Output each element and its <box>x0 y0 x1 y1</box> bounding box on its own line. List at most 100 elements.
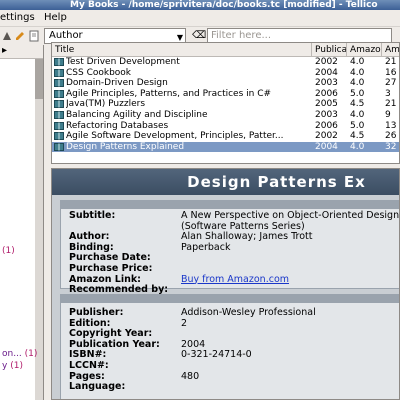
field-label: ISBN#: <box>69 349 107 361</box>
field-value: Paperback <box>181 241 231 253</box>
field-label: Copyright Year: <box>69 328 153 340</box>
cell-year: 2003 <box>315 78 338 89</box>
column-publication-year[interactable]: Publica <box>312 43 347 57</box>
book-icon <box>54 121 64 130</box>
cell-rank: 21 <box>385 57 397 67</box>
field-label: Language: <box>69 381 126 393</box>
cell-rating: 4.0 <box>350 57 365 67</box>
column-title[interactable]: Title <box>52 43 312 57</box>
group-item-count: (1) <box>10 361 23 371</box>
book-icon <box>54 89 64 98</box>
table-row[interactable]: Agile Software Development, Principles, … <box>52 131 399 142</box>
field-value: A New Perspective on Object-Oriented Des… <box>181 210 400 221</box>
clear-filter-icon[interactable]: ⌫ <box>192 30 206 41</box>
group-item[interactable]: on... (1) <box>2 349 37 359</box>
cell-rating: 4.5 <box>350 131 365 142</box>
field-label: Binding: <box>69 241 114 253</box>
table-row[interactable]: Design Patterns Explained 2004 4.0 32 <box>52 141 399 153</box>
group-view-header[interactable]: ▸ <box>0 45 43 59</box>
table-row[interactable]: Balancing Agility and Discipline 2003 4.0 9 <box>52 110 399 121</box>
window-title: My Books - /home/sprivitera/doc/books.tc… <box>70 0 378 10</box>
cell-year: 2003 <box>315 110 338 120</box>
document-icon[interactable] <box>28 30 40 42</box>
section-bar <box>61 295 399 303</box>
pane-splitter[interactable] <box>44 45 51 400</box>
cell-rating: 4.0 <box>350 141 365 152</box>
cell-year: 2006 <box>315 88 338 99</box>
cell-rating: 4.0 <box>350 110 365 120</box>
book-icon <box>54 79 64 88</box>
cell-rank: 13 <box>385 120 397 131</box>
book-icon <box>54 100 64 109</box>
table-row[interactable]: Refactoring Databases 2006 5.0 13 <box>52 120 399 132</box>
cell-rank: 21 <box>385 99 397 110</box>
cell-rank: 26 <box>385 131 397 142</box>
cell-title: Design Patterns Explained <box>66 141 185 152</box>
field-value: 0-321-24714-0 <box>181 349 252 361</box>
amazon-link[interactable]: Buy from Amazon.com <box>181 274 289 285</box>
cell-title: CSS Cookbook <box>66 67 132 78</box>
cell-rank: 32 <box>385 141 397 152</box>
cell-rank: 9 <box>385 110 391 120</box>
window-titlebar: My Books - /home/sprivitera/doc/books.tc… <box>0 0 400 10</box>
entry-title-banner: Design Patterns Ex <box>52 169 399 195</box>
group-item-count: (1) <box>2 246 15 256</box>
cell-title: Domain-Driven Design <box>66 78 168 89</box>
field-value: Addison-Wesley Professional <box>181 307 316 318</box>
cell-title: Refactoring Databases <box>66 120 169 131</box>
edit-pen-icon[interactable] <box>14 30 26 42</box>
group-view-pane: ▸ (1) on... (1) y (1) <box>0 45 44 400</box>
cell-rank: 16 <box>385 67 397 78</box>
column-amazon-rank[interactable]: Am <box>382 43 399 57</box>
cell-title: Test Driven Development <box>66 57 180 67</box>
cell-year: 2002 <box>315 57 338 67</box>
group-item-count: (1) <box>24 349 38 359</box>
cell-rating: 5.0 <box>350 88 365 99</box>
field-value: (Software Patterns Series) <box>181 220 305 232</box>
cell-year: 2004 <box>315 141 338 152</box>
cell-year: 2002 <box>315 131 338 142</box>
cell-year: 2006 <box>315 120 338 131</box>
group-item[interactable]: (1) <box>2 246 15 256</box>
cell-rating: 5.0 <box>350 120 365 131</box>
field-label: Purchase Price: <box>69 263 153 274</box>
menubar: ettings Help <box>0 10 400 27</box>
menu-settings[interactable]: ettings <box>0 12 35 23</box>
table-row[interactable]: Test Driven Development 2002 4.0 21 <box>52 57 399 68</box>
entry-details: Design Patterns Ex Subtitle: A New Perspe… <box>51 168 400 400</box>
cell-rating: 4.0 <box>350 67 365 78</box>
table-row[interactable]: CSS Cookbook 2004 4.0 16 <box>52 67 399 79</box>
menu-help[interactable]: Help <box>44 12 67 23</box>
book-icon <box>54 132 64 141</box>
cell-rating: 4.5 <box>350 99 365 110</box>
cell-title: Agile Software Development, Principles, … <box>66 131 284 142</box>
book-icon <box>54 111 64 119</box>
cell-title: Agile Principles, Patterns, and Practice… <box>66 88 272 99</box>
field-label: Purchase Date: <box>69 252 151 264</box>
column-amazon-rating[interactable]: Amazo <box>347 43 382 57</box>
group-item[interactable]: y (1) <box>2 361 23 371</box>
field-label: Pages: <box>69 370 105 382</box>
field-label: LCCN#: <box>69 360 109 371</box>
cell-year: 2005 <box>315 99 338 110</box>
cell-rank: 27 <box>385 78 397 89</box>
field-label: Amazon Link: <box>69 273 141 285</box>
field-label: Subtitle: <box>69 210 116 221</box>
group-view-scroll-thumb[interactable] <box>35 59 43 99</box>
toolbar-scroll-icon[interactable] <box>1 30 13 42</box>
table-header: Title Publica Amazo Am <box>52 43 399 57</box>
field-label: Publication Year: <box>69 338 160 350</box>
cell-year: 2004 <box>315 67 338 78</box>
field-value: Alan Shalloway; James Trott <box>181 231 313 243</box>
book-icon <box>54 68 64 77</box>
cell-title: Balancing Agility and Discipline <box>66 110 208 120</box>
field-label: Author: <box>69 231 110 243</box>
table-row[interactable]: Java(TM) Puzzlers 2005 4.5 21 <box>52 99 399 110</box>
book-icon <box>54 142 64 151</box>
field-value: 2 <box>181 317 188 329</box>
field-value: 480 <box>181 370 200 382</box>
cell-title: Java(TM) Puzzlers <box>66 99 146 110</box>
table-row[interactable]: Agile Principles, Patterns, and Practice… <box>52 88 399 100</box>
cell-rank: 3 <box>385 88 391 99</box>
table-row[interactable]: Domain-Driven Design 2003 4.0 27 <box>52 78 399 89</box>
